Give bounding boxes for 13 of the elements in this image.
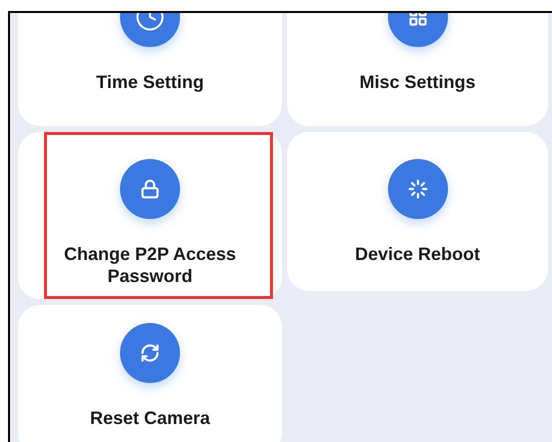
setting-label: Change P2P Access Password <box>62 243 238 287</box>
setting-label: Time Setting <box>95 71 205 93</box>
setting-label: Misc Settings <box>358 71 477 93</box>
setting-card[interactable]: Device Reboot <box>287 132 548 291</box>
setting-card[interactable]: Reset Camera <box>18 305 282 442</box>
spinner-icon <box>388 159 448 219</box>
setting-label: Reset Camera <box>88 407 212 429</box>
setting-card[interactable]: Change P2P Access Password <box>18 132 282 299</box>
lock-icon <box>120 159 180 219</box>
refresh-icon <box>120 323 180 383</box>
setting-card[interactable]: Misc Settings <box>287 13 548 126</box>
setting-label: Device Reboot <box>354 243 482 265</box>
setting-card[interactable]: Time Setting <box>18 13 282 126</box>
